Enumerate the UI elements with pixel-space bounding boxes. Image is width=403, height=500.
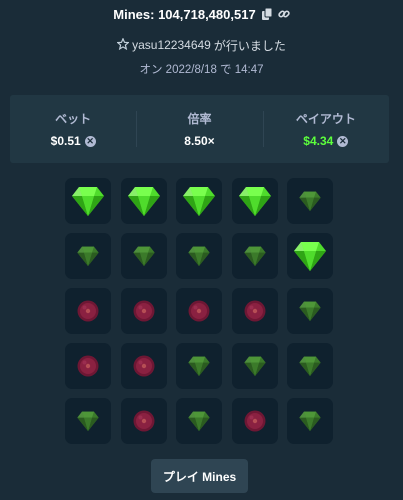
gem-icon — [299, 191, 321, 211]
mine-tile[interactable] — [231, 233, 278, 279]
mine-tile[interactable] — [120, 233, 167, 279]
mine-tile[interactable] — [176, 398, 222, 444]
gem-icon — [183, 187, 215, 216]
gem-icon — [243, 246, 266, 266]
gem-icon — [299, 356, 321, 376]
mine-tile[interactable] — [120, 343, 167, 389]
player-suffix: が行いました — [213, 38, 286, 53]
mine-tile[interactable] — [287, 178, 333, 224]
player-name[interactable]: yasu12234649 — [132, 38, 211, 52]
payout-value-row: $4.34 ✕ — [303, 134, 349, 148]
mine-icon — [77, 355, 99, 377]
gem-icon — [72, 187, 104, 216]
mine-tile[interactable] — [120, 288, 167, 334]
mine-icon — [133, 410, 154, 432]
multiplier-value-row: 8.50× — [184, 134, 214, 148]
bet-title: Mines: 104,718,480,517 — [113, 6, 256, 22]
multiplier-label: 倍率 — [187, 112, 212, 126]
mine-tile[interactable] — [287, 288, 333, 334]
mine-tile[interactable] — [120, 178, 167, 224]
bet-stat: ベット $0.51 ✕ — [10, 95, 136, 163]
star-icon — [116, 36, 130, 53]
gem-icon — [188, 356, 210, 376]
mines-grid — [65, 178, 337, 444]
gem-icon — [188, 246, 210, 266]
mine-icon — [244, 410, 265, 432]
mine-tile[interactable] — [176, 233, 222, 279]
mine-tile[interactable] — [65, 233, 111, 279]
gem-icon — [77, 246, 99, 266]
copy-icon[interactable] — [261, 8, 273, 20]
mine-tile[interactable] — [287, 343, 333, 389]
mine-icon — [244, 300, 265, 322]
bet-date: オン 2022/8/18 で 14:47 — [139, 64, 264, 76]
mine-tile[interactable] — [231, 288, 278, 334]
mine-tile[interactable] — [65, 398, 111, 444]
mine-tile[interactable] — [287, 398, 333, 444]
mine-tile[interactable] — [176, 178, 222, 224]
gem-icon — [238, 187, 271, 216]
coin-icon: ✕ — [84, 135, 96, 147]
multiplier-value: 8.50× — [184, 134, 215, 148]
payout-label: ペイアウト — [295, 112, 356, 126]
coin-icon: ✕ — [337, 135, 349, 147]
mine-tile[interactable] — [231, 343, 278, 389]
stats-panel: ベット $0.51 ✕ 倍率 8.50× ペイアウト $4.34 ✕ — [10, 95, 389, 163]
gem-icon — [127, 187, 160, 216]
mine-icon — [133, 300, 154, 322]
mine-tile[interactable] — [231, 398, 278, 444]
gem-icon — [132, 246, 155, 266]
mine-tile[interactable] — [65, 178, 111, 224]
payout-value: $4.34 — [303, 134, 334, 148]
play-mines-button[interactable]: プレイ Mines — [151, 459, 248, 493]
bet-value-row: $0.51 ✕ — [51, 134, 96, 148]
gem-icon — [243, 356, 266, 376]
bet-label: ベット — [55, 112, 92, 126]
gem-icon — [299, 411, 321, 431]
mine-icon — [77, 300, 99, 322]
mine-tile[interactable] — [120, 398, 167, 444]
gem-icon — [294, 242, 326, 271]
mine-icon — [188, 300, 210, 322]
mine-tile[interactable] — [65, 343, 111, 389]
mine-tile[interactable] — [176, 343, 222, 389]
mine-icon — [133, 355, 154, 377]
gem-icon — [188, 411, 210, 431]
bet-value: $0.51 — [50, 134, 81, 148]
bet-title-row: Mines: 104,718,480,517 — [0, 5, 403, 23]
gem-icon — [299, 301, 321, 321]
player-row: yasu12234649 が行いました — [0, 36, 403, 54]
payout-stat: ペイアウト $4.34 ✕ — [262, 95, 389, 163]
mine-tile[interactable] — [231, 178, 278, 224]
multiplier-stat: 倍率 8.50× — [136, 95, 262, 163]
mine-tile[interactable] — [65, 288, 111, 334]
mine-tile[interactable] — [287, 233, 333, 279]
link-icon[interactable] — [277, 8, 290, 20]
gem-icon — [77, 411, 99, 431]
mine-tile[interactable] — [176, 288, 222, 334]
